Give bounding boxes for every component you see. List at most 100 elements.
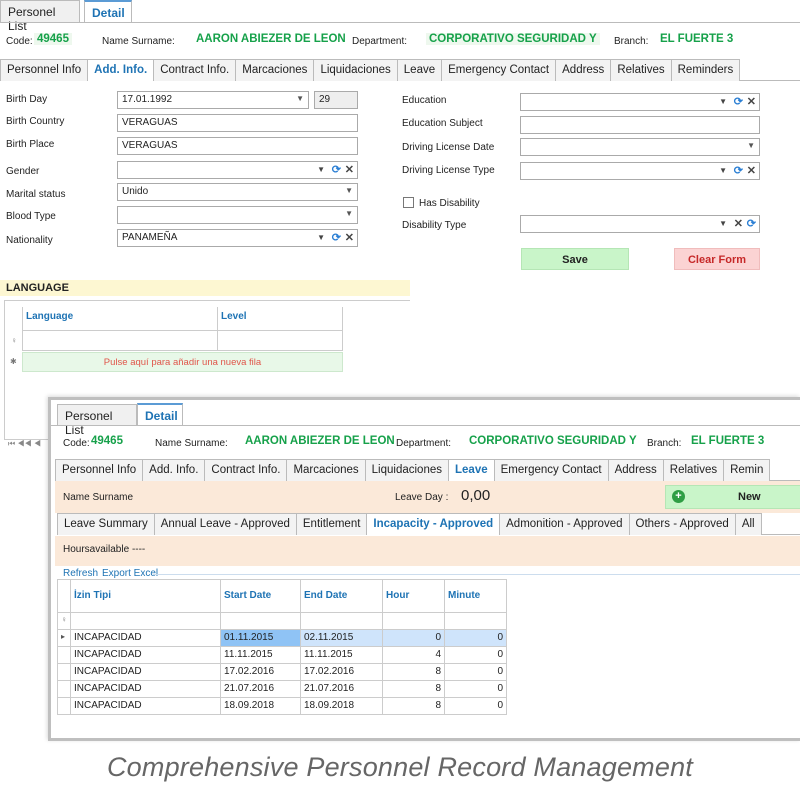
tab-marcaciones[interactable]: Marcaciones: [235, 59, 315, 81]
col-end-date[interactable]: End Date: [301, 579, 383, 613]
disability-type-field[interactable]: ▼ ✕ ⟳: [520, 215, 760, 233]
new-row-hint[interactable]: Pulse aquí para añadir una nueva fila: [22, 352, 343, 372]
tab-relatives-front[interactable]: Relatives: [662, 459, 725, 481]
save-button[interactable]: Save: [521, 248, 629, 270]
filter-cell[interactable]: [301, 613, 383, 630]
col-minute[interactable]: Minute: [445, 579, 507, 613]
refresh-link[interactable]: Refresh: [63, 568, 98, 579]
table-cell[interactable]: 11.11.2015: [301, 647, 383, 664]
table-cell[interactable]: INCAPACIDAD: [71, 647, 221, 664]
tab-emergency-contact-front[interactable]: Emergency Contact: [493, 459, 609, 481]
filter-cell[interactable]: [71, 613, 221, 630]
chevron-down-icon[interactable]: ▼: [719, 166, 727, 175]
close-icon[interactable]: ✕: [345, 231, 354, 244]
filter-cell[interactable]: [221, 613, 301, 630]
tab-others[interactable]: Others - Approved: [628, 513, 736, 535]
col-language[interactable]: Language: [22, 307, 218, 331]
tab-personnel-info-front[interactable]: Personnel Info: [55, 459, 144, 481]
col-start-date[interactable]: Start Date: [221, 579, 301, 613]
tab-personnel-info[interactable]: Personnel Info: [0, 59, 89, 81]
tab-marcaciones-front[interactable]: Marcaciones: [286, 459, 366, 481]
tab-liquidaciones[interactable]: Liquidaciones: [313, 59, 398, 81]
tab-all[interactable]: All: [734, 513, 762, 535]
export-excel-link[interactable]: Export Excel: [102, 568, 158, 579]
chevron-down-icon[interactable]: ▼: [747, 141, 755, 150]
table-cell[interactable]: INCAPACIDAD: [71, 681, 221, 698]
driving-type-field[interactable]: ▼ ⟳ ✕: [520, 162, 760, 180]
tab-add-info-front[interactable]: Add. Info.: [142, 459, 206, 481]
tab-address[interactable]: Address: [555, 59, 612, 81]
refresh-icon[interactable]: ⟳: [332, 163, 341, 176]
col-hour[interactable]: Hour: [383, 579, 445, 613]
tab-entitlement[interactable]: Entitlement: [295, 513, 368, 535]
tab-admonition[interactable]: Admonition - Approved: [499, 513, 630, 535]
language-filter-cell[interactable]: [22, 331, 218, 351]
tab-address-front[interactable]: Address: [607, 459, 664, 481]
close-icon[interactable]: ✕: [747, 164, 756, 177]
close-icon[interactable]: ✕: [345, 163, 354, 176]
tab-personel-list-front[interactable]: Personel List: [57, 404, 137, 437]
tab-emergency-contact[interactable]: Emergency Contact: [441, 59, 557, 81]
table-cell[interactable]: INCAPACIDAD: [71, 630, 221, 647]
close-icon[interactable]: ✕: [734, 217, 743, 230]
tab-detail[interactable]: Detail: [84, 0, 132, 22]
tab-leave-summary[interactable]: Leave Summary: [57, 513, 155, 535]
chevron-down-icon[interactable]: ▼: [345, 186, 353, 195]
refresh-icon[interactable]: ⟳: [734, 164, 743, 177]
marital-field[interactable]: Unido ▼: [117, 183, 358, 201]
filter-cell[interactable]: [383, 613, 445, 630]
table-cell[interactable]: 18.09.2018: [221, 698, 301, 715]
tab-leave[interactable]: Leave: [396, 59, 443, 81]
education-subject-field[interactable]: [520, 116, 760, 134]
table-cell[interactable]: 0: [383, 630, 445, 647]
pager-first-icon[interactable]: ⏮ ◀◀ ◀: [8, 439, 41, 449]
table-cell[interactable]: 17.02.2016: [221, 664, 301, 681]
gender-field[interactable]: ▼ ⟳ ✕: [117, 161, 358, 179]
nationality-field[interactable]: PANAMEÑA ▼ ⟳ ✕: [117, 229, 358, 247]
table-cell[interactable]: INCAPACIDAD: [71, 664, 221, 681]
blood-field[interactable]: ▼: [117, 206, 358, 224]
table-cell[interactable]: 17.02.2016: [301, 664, 383, 681]
table-cell[interactable]: 0: [445, 647, 507, 664]
table-cell[interactable]: 21.07.2016: [221, 681, 301, 698]
level-filter-cell[interactable]: [218, 331, 343, 351]
tab-contract-info[interactable]: Contract Info.: [153, 59, 237, 81]
chevron-down-icon[interactable]: ▼: [296, 94, 304, 103]
birth-place-field[interactable]: VERAGUAS: [117, 137, 358, 155]
clear-form-button[interactable]: Clear Form: [674, 248, 760, 270]
table-cell[interactable]: 4: [383, 647, 445, 664]
tab-relatives[interactable]: Relatives: [610, 59, 672, 81]
tab-annual-leave[interactable]: Annual Leave - Approved: [153, 513, 297, 535]
table-cell[interactable]: 21.07.2016: [301, 681, 383, 698]
education-field[interactable]: ▼ ⟳ ✕: [520, 93, 760, 111]
refresh-icon[interactable]: ⟳: [734, 95, 743, 108]
new-leave-button[interactable]: + New: [665, 485, 800, 509]
tab-leave-front[interactable]: Leave: [448, 459, 495, 481]
table-cell[interactable]: 0: [445, 630, 507, 647]
chevron-down-icon[interactable]: ▼: [317, 165, 325, 174]
tab-detail-front[interactable]: Detail: [137, 403, 183, 425]
table-cell[interactable]: 8: [383, 681, 445, 698]
table-cell[interactable]: 8: [383, 698, 445, 715]
table-cell[interactable]: 8: [383, 664, 445, 681]
birth-country-field[interactable]: VERAGUAS: [117, 114, 358, 132]
tab-contract-info-front[interactable]: Contract Info.: [204, 459, 288, 481]
chevron-down-icon[interactable]: ▼: [345, 209, 353, 218]
filter-cell[interactable]: [445, 613, 507, 630]
table-cell[interactable]: 11.11.2015: [221, 647, 301, 664]
col-izin-tipi[interactable]: İzin Tipi: [71, 579, 221, 613]
table-cell[interactable]: 02.11.2015: [301, 630, 383, 647]
col-level[interactable]: Level: [218, 307, 343, 331]
table-cell[interactable]: INCAPACIDAD: [71, 698, 221, 715]
chevron-down-icon[interactable]: ▼: [317, 233, 325, 242]
has-disability-checkbox[interactable]: [403, 197, 414, 208]
table-cell[interactable]: 0: [445, 664, 507, 681]
tab-reminders-front[interactable]: Remin: [723, 459, 771, 481]
tab-add-info[interactable]: Add. Info.: [87, 59, 155, 81]
refresh-icon[interactable]: ⟳: [747, 217, 756, 230]
tab-liquidaciones-front[interactable]: Liquidaciones: [364, 459, 449, 481]
birth-day-field[interactable]: 17.01.1992 ▼: [117, 91, 309, 109]
table-cell[interactable]: 01.11.2015: [221, 630, 301, 647]
tab-incapacity[interactable]: Incapacity - Approved: [366, 513, 501, 535]
chevron-down-icon[interactable]: ▼: [719, 97, 727, 106]
